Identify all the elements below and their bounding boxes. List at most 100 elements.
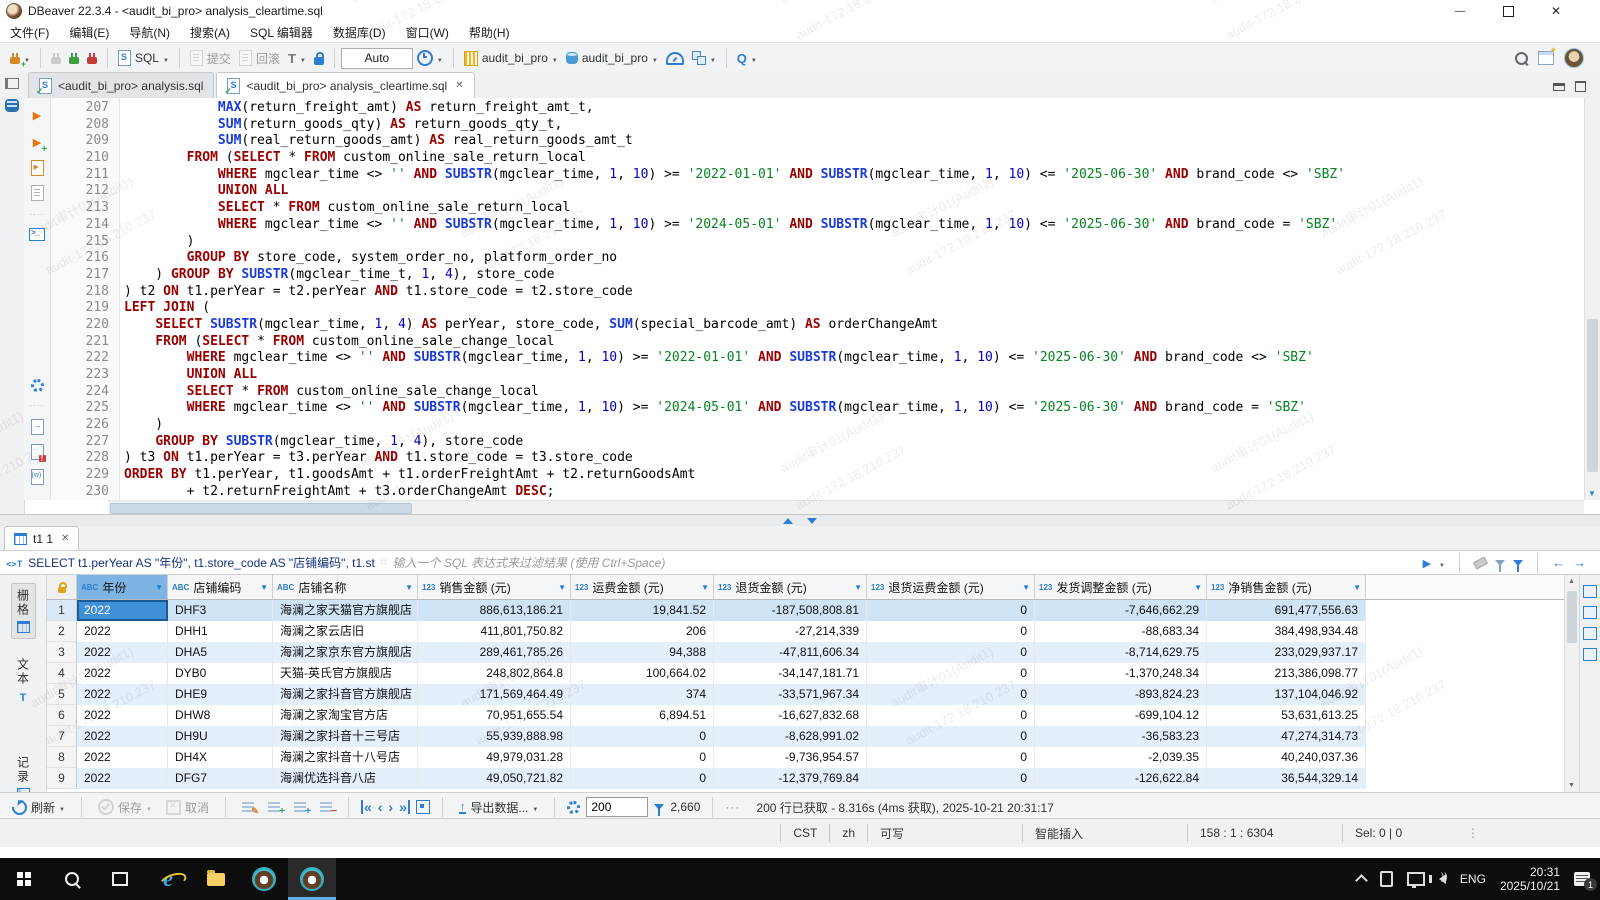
usb-device-icon[interactable] <box>1380 871 1393 887</box>
commit-mode-select[interactable]: Auto <box>341 48 413 69</box>
column-header-4[interactable]: 123运费金额 (元)▼ <box>571 575 714 599</box>
code-line[interactable]: ORDER BY t1.perYear, t1.goodsAmt + t1.or… <box>124 467 1584 484</box>
lock-button[interactable] <box>310 50 328 67</box>
table-row-6[interactable]: 62022DHW8海澜之家淘宝官方店70,951,655.546,894.51-… <box>47 705 1564 726</box>
grid-cell[interactable]: -34,147,181.71 <box>714 663 867 684</box>
restore-panel-icon[interactable] <box>5 78 19 89</box>
column-filter-arrow-icon[interactable]: ▼ <box>405 583 413 592</box>
grid-cell[interactable]: DHH1 <box>168 621 273 642</box>
code-line[interactable]: FROM (SELECT * FROM custom_online_sale_c… <box>124 334 1584 351</box>
grid-cell[interactable]: DH9U <box>168 726 273 747</box>
menu-item-2[interactable]: 导航(N) <box>129 24 170 41</box>
connection-selector[interactable]: audit_bi_pro <box>460 49 562 68</box>
grid-cell[interactable]: 206 <box>571 621 714 642</box>
history-forward-icon[interactable] <box>1573 555 1586 570</box>
search-button[interactable] <box>733 49 761 68</box>
presentation-tab-record[interactable]: 记录 <box>12 751 35 792</box>
row-number[interactable]: 8 <box>47 747 77 768</box>
rollback-button[interactable]: 回滚 <box>235 48 284 69</box>
code-line[interactable]: SELECT * FROM custom_online_sale_change_… <box>124 384 1584 401</box>
grid-cell[interactable]: 2022 <box>77 663 168 684</box>
code-line[interactable]: SUM(return_goods_qty) AS return_goods_qt… <box>124 117 1584 134</box>
code-line[interactable]: GROUP BY SUBSTR(mgclear_time, 1, 4), sto… <box>124 434 1584 451</box>
table-row-9[interactable]: 92022DFG7海澜优选抖音八店49,050,721.820-12,379,7… <box>47 768 1564 789</box>
editor-vertical-scrollbar[interactable]: ▼ <box>1584 98 1600 500</box>
editor-minimize-icon[interactable] <box>1553 83 1565 91</box>
calc-panel-icon[interactable] <box>1583 606 1597 619</box>
column-header-6[interactable]: 123退货运费金额 (元)▼ <box>867 575 1035 599</box>
grid-cell[interactable]: 94,388 <box>571 642 714 663</box>
table-row-4[interactable]: 42022DYB0天猫-英氏官方旗舰店248,802,864.8100,664.… <box>47 663 1564 684</box>
table-row-7[interactable]: 72022DH9U海澜之家抖音十三号店55,939,888.980-8,628,… <box>47 726 1564 747</box>
grid-cell[interactable]: -2,039.35 <box>1035 747 1207 768</box>
editor-settings-icon[interactable] <box>31 379 44 392</box>
perspective-icon[interactable] <box>1538 51 1554 65</box>
row-number[interactable]: 2 <box>47 621 77 642</box>
start-button[interactable] <box>0 858 48 900</box>
code-line[interactable]: ) t2 ON t1.perYear = t2.perYear AND t1.s… <box>124 284 1584 301</box>
code-line[interactable]: ) <box>124 417 1584 434</box>
refresh-button[interactable]: 刷新 <box>8 797 69 818</box>
taskbar-clock[interactable]: 20:31 2025/10/21 <box>1500 865 1560 893</box>
row-number[interactable]: 6 <box>47 705 77 726</box>
explain-plan-icon[interactable] <box>31 185 44 201</box>
grid-cell[interactable]: -893,824.23 <box>1035 684 1207 705</box>
row-number[interactable]: 3 <box>47 642 77 663</box>
grid-cell[interactable]: 213,386,098.77 <box>1207 663 1366 684</box>
grid-cell[interactable]: DH4X <box>168 747 273 768</box>
menu-item-5[interactable]: 数据库(D) <box>333 24 386 41</box>
sql-terminal-icon[interactable] <box>29 228 45 241</box>
edit-filter-icon[interactable] <box>1495 560 1505 566</box>
column-filter-arrow-icon[interactable]: ▼ <box>558 583 566 592</box>
grid-cell[interactable]: 0 <box>867 684 1035 705</box>
delete-row-button[interactable] <box>316 800 336 814</box>
grid-cell[interactable]: 49,979,031.28 <box>418 747 571 768</box>
row-number[interactable]: 4 <box>47 663 77 684</box>
user-avatar[interactable] <box>1564 48 1584 68</box>
grid-cell[interactable]: 海澜优选抖音八店 <box>273 768 418 789</box>
grid-cell[interactable]: 49,050,721.82 <box>418 768 571 789</box>
minimize-button[interactable] <box>1452 3 1468 19</box>
grid-cell[interactable]: 海澜之家抖音十八号店 <box>273 747 418 768</box>
row-number[interactable]: 7 <box>47 726 77 747</box>
first-page-button[interactable]: « <box>361 800 372 814</box>
grid-cell[interactable]: 100,664.02 <box>571 663 714 684</box>
clear-filter-icon[interactable] <box>1473 556 1488 569</box>
data-grid[interactable]: ABC年份▼ABC店铺编码▼ABC店铺名称▼123销售金额 (元)▼123运费金… <box>47 575 1564 792</box>
grid-cell[interactable]: 40,240,037.36 <box>1207 747 1366 768</box>
grid-cell[interactable]: -699,104.12 <box>1035 705 1207 726</box>
apply-filter-icon[interactable] <box>1423 556 1431 570</box>
reconnect-button[interactable] <box>65 51 83 66</box>
menu-item-4[interactable]: SQL 编辑器 <box>250 24 313 41</box>
file-explorer-button[interactable] <box>192 858 240 900</box>
row-count-funnel-icon[interactable] <box>654 804 664 810</box>
column-header-8[interactable]: 123净销售金额 (元)▼ <box>1207 575 1366 599</box>
result-tab-t1[interactable]: t1 1 ✕ <box>4 526 79 550</box>
grid-cell[interactable]: 2022 <box>77 705 168 726</box>
grid-cell[interactable]: 2022 <box>77 600 168 621</box>
grid-cell[interactable]: 691,477,556.63 <box>1207 600 1366 621</box>
grid-cell[interactable]: -7,646,662.29 <box>1035 600 1207 621</box>
chart-panel-icon[interactable] <box>1583 648 1597 661</box>
script-errors-icon[interactable] <box>31 444 44 460</box>
grid-cell[interactable]: 2022 <box>77 684 168 705</box>
column-header-0[interactable]: ABC年份▼ <box>77 575 168 599</box>
grid-cell[interactable]: DHA5 <box>168 642 273 663</box>
grid-cell[interactable]: DHF3 <box>168 600 273 621</box>
grid-cell[interactable]: 0 <box>571 726 714 747</box>
edit-row-button[interactable] <box>238 800 258 814</box>
splitter-up-icon[interactable] <box>783 518 793 524</box>
grid-cell[interactable]: 36,544,329.14 <box>1207 768 1366 789</box>
table-row-8[interactable]: 82022DH4X海澜之家抖音十八号店49,979,031.280-9,736,… <box>47 747 1564 768</box>
grid-cell[interactable]: -88,683.34 <box>1035 621 1207 642</box>
code-line[interactable]: FROM (SELECT * FROM custom_online_sale_r… <box>124 150 1584 167</box>
dbeaver-taskbar-button-active[interactable] <box>288 858 336 900</box>
export-result-icon[interactable] <box>31 419 44 435</box>
grid-cell[interactable]: 70,951,655.54 <box>418 705 571 726</box>
code-line[interactable]: MAX(return_freight_amt) AS return_freigh… <box>124 100 1584 117</box>
column-filter-arrow-icon[interactable]: ▼ <box>854 583 862 592</box>
script-output-icon[interactable] <box>31 469 44 485</box>
grid-cell[interactable]: -33,571,967.34 <box>714 684 867 705</box>
tray-expand-icon[interactable] <box>1355 874 1368 887</box>
presentation-tab-text[interactable]: 文本 <box>12 653 35 709</box>
